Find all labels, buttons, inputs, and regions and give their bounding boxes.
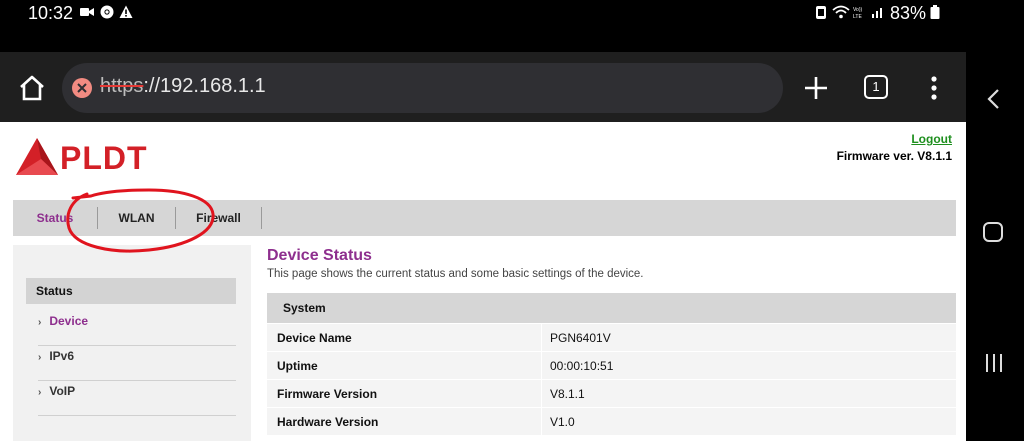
table-row: Hardware Version V1.0 — [267, 408, 956, 436]
menu-divider — [261, 207, 262, 229]
svg-text:LTE: LTE — [853, 14, 862, 19]
sidebar-item-voip[interactable]: › VoIP — [38, 381, 236, 416]
logout-link[interactable]: Logout — [911, 132, 952, 146]
insecure-icon[interactable] — [72, 78, 92, 98]
url-text[interactable]: https://192.168.1.1 — [100, 75, 266, 98]
volte-icon: Vo))LTE — [853, 7, 863, 19]
chevron-right-icon: › — [38, 387, 42, 398]
page-description: This page shows the current status and s… — [267, 268, 644, 280]
signal-icon — [872, 8, 882, 18]
video-icon — [80, 8, 94, 16]
system-panel-heading: System — [267, 293, 956, 323]
menu-firewall[interactable]: Firewall — [176, 200, 261, 236]
row-key: Hardware Version — [277, 415, 379, 429]
row-key: Uptime — [277, 359, 318, 373]
row-value: PGN6401V — [550, 331, 611, 345]
chevron-right-icon: › — [38, 317, 42, 328]
row-divider — [541, 408, 542, 436]
plus-icon[interactable] — [802, 74, 830, 102]
top-menu: Status WLAN Firewall — [13, 200, 956, 236]
chrome-icon — [100, 5, 114, 19]
system-nav-bar — [966, 0, 1024, 441]
row-value: V1.0 — [550, 415, 575, 429]
pldt-logo-icon — [16, 138, 58, 175]
battery-icon — [930, 5, 940, 19]
router-page: PLDT Logout Firmware ver. V8.1.1 Status … — [0, 122, 966, 441]
browser-toolbar: https://192.168.1.1 1 — [0, 52, 966, 122]
warning-icon — [119, 5, 133, 18]
row-divider — [541, 380, 542, 408]
more-icon[interactable] — [924, 74, 944, 102]
back-icon[interactable] — [984, 88, 1004, 110]
svg-text:Vo)): Vo)) — [853, 7, 863, 13]
table-row: Device Name PGN6401V — [267, 324, 956, 352]
status-bar: 10:32 Vo)) LTE 83% — [0, 0, 966, 52]
row-divider — [541, 324, 542, 352]
battery-percent: 83% — [890, 3, 927, 23]
firmware-version-label: Firmware ver. V8.1.1 — [836, 149, 952, 163]
menu-wlan[interactable]: WLAN — [98, 200, 175, 236]
row-divider — [541, 352, 542, 380]
table-row: Firmware Version V8.1.1 — [267, 380, 956, 408]
chevron-right-icon: › — [38, 352, 42, 363]
sidebar-item-device[interactable]: › Device — [38, 311, 236, 346]
row-key: Device Name — [277, 331, 352, 345]
recents-icon[interactable] — [984, 352, 1004, 374]
row-value: 00:00:10:51 — [550, 359, 614, 373]
nav-home-button[interactable] — [983, 222, 1003, 242]
sidebar-heading: Status — [26, 278, 236, 304]
sidebar-item-ipv6[interactable]: › IPv6 — [38, 346, 236, 381]
address-bar[interactable]: https://192.168.1.1 — [62, 63, 783, 113]
home-icon[interactable] — [18, 74, 46, 102]
menu-status[interactable]: Status — [13, 200, 97, 236]
table-row: Uptime 00:00:10:51 — [267, 352, 956, 380]
battery-saver-icon — [816, 6, 826, 19]
row-key: Firmware Version — [277, 387, 378, 401]
page-title: Device Status — [267, 247, 372, 264]
wifi-icon — [832, 5, 850, 19]
row-value: V8.1.1 — [550, 387, 585, 401]
status-time: 10:32 — [28, 3, 74, 23]
tab-switcher-button[interactable]: 1 — [864, 75, 888, 99]
brand-logo-text: PLDT — [60, 140, 148, 176]
sidebar: Status › Device › IPv6 › VoIP — [13, 245, 251, 441]
